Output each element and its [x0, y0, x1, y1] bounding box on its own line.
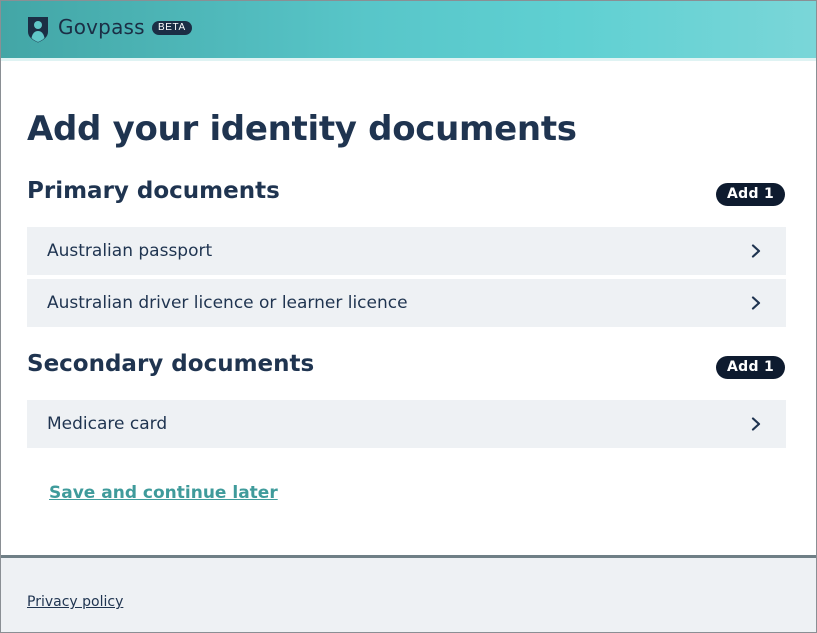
secondary-add-count-badge: Add 1: [716, 356, 785, 379]
chevron-right-icon: [751, 244, 761, 258]
document-option-label: Australian driver licence or learner lic…: [47, 293, 408, 313]
privacy-policy-link[interactable]: Privacy policy: [27, 593, 123, 611]
shield-person-icon[interactable]: [27, 15, 49, 43]
secondary-documents-heading: Secondary documents: [27, 351, 315, 377]
page-title: Add your identity documents: [27, 109, 577, 149]
document-option-australian-passport[interactable]: Australian passport: [27, 227, 786, 275]
app-frame: Govpass BETA Add your identity documents…: [0, 0, 817, 633]
document-option-label: Australian passport: [47, 241, 213, 261]
document-option-medicare-card[interactable]: Medicare card: [27, 400, 786, 448]
chevron-right-icon: [751, 417, 761, 431]
chevron-right-icon: [751, 296, 761, 310]
primary-documents-heading: Primary documents: [27, 178, 280, 204]
site-footer: Privacy policy: [1, 555, 816, 632]
beta-badge: BETA: [152, 21, 192, 35]
brand-name[interactable]: Govpass: [58, 15, 145, 39]
document-option-label: Medicare card: [47, 414, 168, 434]
document-option-driver-licence[interactable]: Australian driver licence or learner lic…: [27, 279, 786, 327]
primary-add-count-badge: Add 1: [716, 183, 785, 206]
site-header: Govpass BETA: [1, 1, 816, 61]
save-and-continue-later-link[interactable]: Save and continue later: [49, 481, 278, 505]
